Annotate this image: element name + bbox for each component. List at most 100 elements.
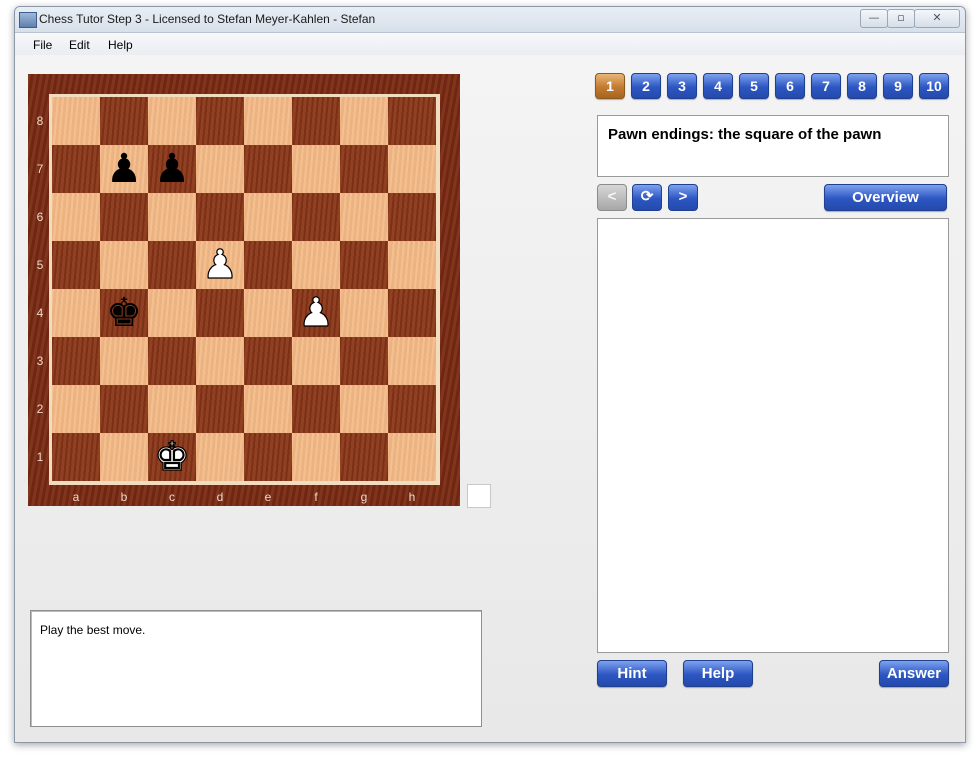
square-d4[interactable] [196,289,244,337]
square-h4[interactable] [388,289,436,337]
white-pawn-icon[interactable]: ♟ [196,241,244,289]
lesson-button-5[interactable]: 5 [739,73,769,99]
square-b3[interactable] [100,337,148,385]
rank-label: 2 [36,402,44,416]
square-e7[interactable] [244,145,292,193]
back-button[interactable]: < [597,184,627,211]
square-e3[interactable] [244,337,292,385]
square-b1[interactable] [100,433,148,481]
lesson-button-10[interactable]: 10 [919,73,949,99]
square-c7[interactable]: ♟ [148,145,196,193]
square-d5[interactable]: ♟ [196,241,244,289]
hint-button[interactable]: Hint [597,660,667,687]
square-a4[interactable] [52,289,100,337]
square-d7[interactable] [196,145,244,193]
square-d6[interactable] [196,193,244,241]
square-h3[interactable] [388,337,436,385]
square-d3[interactable] [196,337,244,385]
square-f8[interactable] [292,97,340,145]
square-c1[interactable]: ♚ [148,433,196,481]
square-g4[interactable] [340,289,388,337]
square-e6[interactable] [244,193,292,241]
lesson-button-2[interactable]: 2 [631,73,661,99]
square-e1[interactable] [244,433,292,481]
square-c8[interactable] [148,97,196,145]
menu-help[interactable]: Help [108,38,133,52]
square-f2[interactable] [292,385,340,433]
maximize-button[interactable]: ▫ [887,9,915,28]
square-a3[interactable] [52,337,100,385]
square-c4[interactable] [148,289,196,337]
square-g5[interactable] [340,241,388,289]
forward-button[interactable]: > [668,184,698,211]
lesson-button-6[interactable]: 6 [775,73,805,99]
square-b6[interactable] [100,193,148,241]
square-e2[interactable] [244,385,292,433]
square-a1[interactable] [52,433,100,481]
lesson-button-8[interactable]: 8 [847,73,877,99]
square-a6[interactable] [52,193,100,241]
square-c2[interactable] [148,385,196,433]
square-a2[interactable] [52,385,100,433]
help-button[interactable]: Help [683,660,753,687]
close-button[interactable]: ✕ [914,9,960,28]
lesson-button-3[interactable]: 3 [667,73,697,99]
square-h7[interactable] [388,145,436,193]
square-a8[interactable] [52,97,100,145]
square-b8[interactable] [100,97,148,145]
menu-edit[interactable]: Edit [69,38,90,52]
lesson-button-7[interactable]: 7 [811,73,841,99]
square-f5[interactable] [292,241,340,289]
rank-label: 7 [36,162,44,176]
chess-board: ♟ ♟ ♟ ♚ ♟ ♚ [49,94,440,485]
comment-text: Play the best move. [40,623,146,637]
square-e4[interactable] [244,289,292,337]
square-d1[interactable] [196,433,244,481]
square-e5[interactable] [244,241,292,289]
square-e8[interactable] [244,97,292,145]
square-h1[interactable] [388,433,436,481]
black-pawn-icon[interactable]: ♟ [148,145,196,193]
square-d2[interactable] [196,385,244,433]
square-c5[interactable] [148,241,196,289]
square-g8[interactable] [340,97,388,145]
overview-button[interactable]: Overview [824,184,947,211]
square-f7[interactable] [292,145,340,193]
square-h6[interactable] [388,193,436,241]
rank-label: 8 [36,114,44,128]
square-f4[interactable]: ♟ [292,289,340,337]
white-king-icon[interactable]: ♚ [148,433,196,481]
square-d8[interactable] [196,97,244,145]
square-g2[interactable] [340,385,388,433]
lesson-button-4[interactable]: 4 [703,73,733,99]
square-g1[interactable] [340,433,388,481]
black-pawn-icon[interactable]: ♟ [100,145,148,193]
black-king-icon[interactable]: ♚ [100,289,148,337]
square-b4[interactable]: ♚ [100,289,148,337]
square-f3[interactable] [292,337,340,385]
lesson-button-1[interactable]: 1 [595,73,625,99]
square-c6[interactable] [148,193,196,241]
square-h2[interactable] [388,385,436,433]
square-b7[interactable]: ♟ [100,145,148,193]
square-b2[interactable] [100,385,148,433]
square-g6[interactable] [340,193,388,241]
square-f6[interactable] [292,193,340,241]
square-f1[interactable] [292,433,340,481]
square-g7[interactable] [340,145,388,193]
lesson-text-panel[interactable] [597,218,949,653]
square-c3[interactable] [148,337,196,385]
refresh-icon[interactable]: ⟳ [632,184,662,211]
lesson-button-9[interactable]: 9 [883,73,913,99]
square-b5[interactable] [100,241,148,289]
menu-bar: File Edit Help [15,33,965,55]
menu-file[interactable]: File [33,38,52,52]
minimize-button[interactable]: — [860,9,888,28]
square-a7[interactable] [52,145,100,193]
white-pawn-icon[interactable]: ♟ [292,289,340,337]
square-h8[interactable] [388,97,436,145]
square-g3[interactable] [340,337,388,385]
answer-button[interactable]: Answer [879,660,949,687]
square-h5[interactable] [388,241,436,289]
square-a5[interactable] [52,241,100,289]
